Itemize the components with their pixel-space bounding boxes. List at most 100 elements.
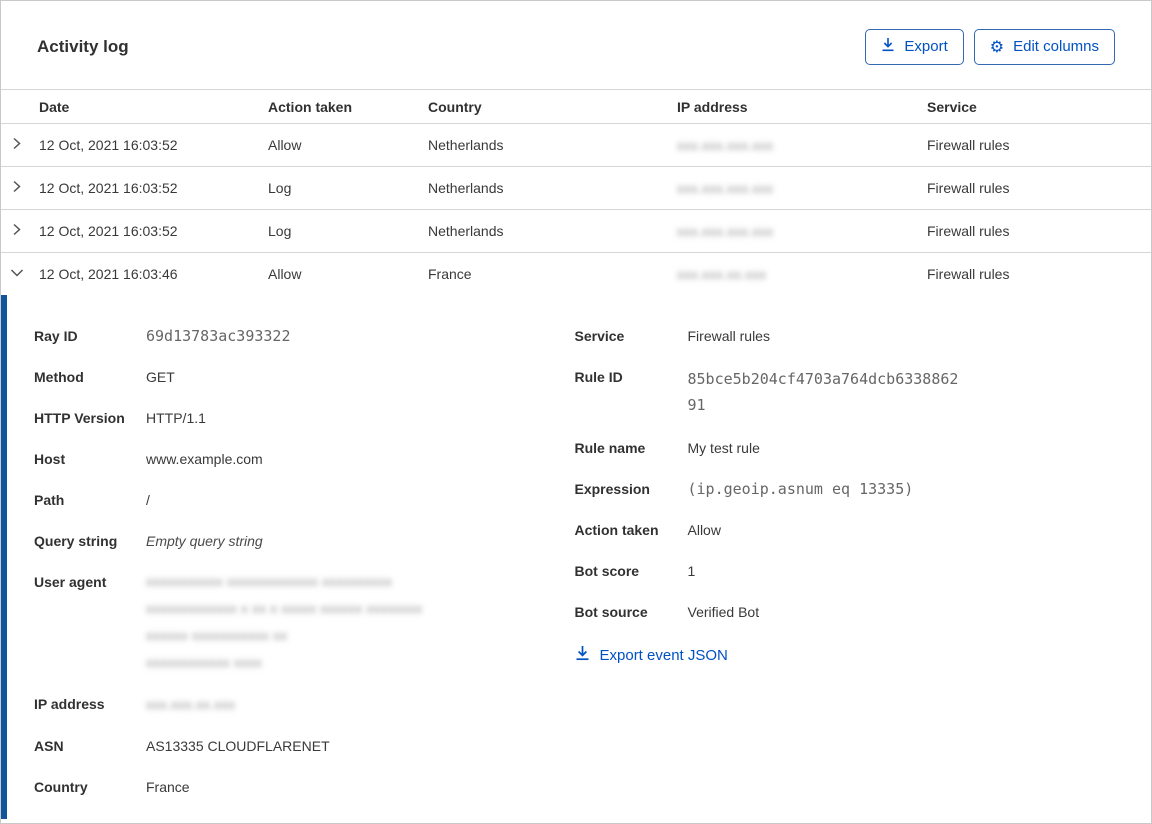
chevron-right-icon <box>10 137 23 153</box>
detail-label: User agent <box>34 574 107 590</box>
download-icon <box>575 645 590 665</box>
row-date: 12 Oct, 2021 16:03:52 <box>39 137 178 153</box>
detail-value: France <box>146 779 190 795</box>
row-action-taken: Log <box>268 180 292 196</box>
detail-value-redacted: xxx.xxx.xx.xxx <box>146 697 236 712</box>
row-date: 12 Oct, 2021 16:03:52 <box>39 223 178 239</box>
detail-label: Bot source <box>574 604 648 620</box>
row-service: Firewall rules <box>927 137 1010 153</box>
table-header-row: Date Action taken Country IP address Ser… <box>1 89 1151 124</box>
row-date: 12 Oct, 2021 16:03:46 <box>39 266 178 282</box>
expand-row-button[interactable] <box>1 137 39 153</box>
detail-label: Rule ID <box>574 369 623 385</box>
edit-columns-button[interactable]: ⚙ Edit columns <box>973 29 1115 65</box>
user-agent-redacted-line: xxxxxxxxxxx xxxxxxxxxxxxx xxxxxxxxxx <box>146 574 393 589</box>
row-country: Netherlands <box>428 180 504 196</box>
detail-value: 85bce5b204cf4703a764dcb633886291 <box>687 370 959 414</box>
detail-value: GET <box>146 369 175 385</box>
user-agent-redacted-line: xxxxxx xxxxxxxxxxx xx <box>146 628 288 643</box>
table-row[interactable]: 12 Oct, 2021 16:03:52 Allow Netherlands … <box>1 124 1151 167</box>
row-service: Firewall rules <box>927 180 1010 196</box>
table-row[interactable]: 12 Oct, 2021 16:03:52 Log Netherlands xx… <box>1 210 1151 253</box>
detail-label: IP address <box>34 696 105 712</box>
detail-row-service: Service Firewall rules <box>575 325 1116 347</box>
detail-row-expression: Expression (ip.geoip.asnum eq 13335) <box>575 478 1116 500</box>
detail-row-ip-address: IP address xxx.xxx.xx.xxx <box>34 693 575 716</box>
column-header-service[interactable]: Service <box>927 99 1151 115</box>
column-header-ip-address[interactable]: IP address <box>677 99 927 115</box>
detail-row-rule-id: Rule ID 85bce5b204cf4703a764dcb633886291 <box>575 366 1116 418</box>
table-row[interactable]: 12 Oct, 2021 16:03:52 Log Netherlands xx… <box>1 167 1151 210</box>
detail-label: Action taken <box>574 522 659 538</box>
expand-row-button[interactable] <box>1 180 39 196</box>
download-icon <box>881 37 895 57</box>
chevron-right-icon <box>10 180 23 196</box>
detail-label: Query string <box>34 533 118 549</box>
row-action-taken: Allow <box>268 137 302 153</box>
detail-row-http-version: HTTP Version HTTP/1.1 <box>34 407 575 429</box>
table-row-expanded[interactable]: 12 Oct, 2021 16:03:46 Allow France xxx.x… <box>1 253 1151 295</box>
detail-row-bot-score: Bot score 1 <box>575 560 1116 582</box>
detail-row-host: Host www.example.com <box>34 448 575 470</box>
edit-columns-button-label: Edit columns <box>1013 38 1099 55</box>
row-action-taken: Log <box>268 223 292 239</box>
user-agent-redacted-line: xxxxxxxxxxxx xxxx <box>146 655 263 670</box>
detail-row-asn: ASN AS13335 CLOUDFLARENET <box>34 735 575 757</box>
detail-row-path: Path / <box>34 489 575 511</box>
detail-column-right: Service Firewall rules Rule ID 85bce5b20… <box>575 325 1116 809</box>
row-service: Firewall rules <box>927 223 1010 239</box>
row-ip-address-redacted: xxx.xxx.xx.xxx <box>677 267 767 282</box>
column-header-country[interactable]: Country <box>428 99 677 115</box>
expand-row-button[interactable] <box>1 223 39 239</box>
detail-label: HTTP Version <box>34 410 125 426</box>
row-date: 12 Oct, 2021 16:03:52 <box>39 180 178 196</box>
detail-value: www.example.com <box>146 451 263 467</box>
event-detail-panel: Ray ID 69d13783ac393322 Method GET HTTP … <box>1 295 1151 819</box>
detail-label: Country <box>34 779 88 795</box>
detail-label: Rule name <box>574 440 646 456</box>
detail-row-method: Method GET <box>34 366 575 388</box>
detail-label: Method <box>34 369 84 385</box>
toolbar-actions: Export ⚙ Edit columns <box>865 29 1115 65</box>
column-header-date[interactable]: Date <box>39 99 268 115</box>
detail-row-bot-source: Bot source Verified Bot <box>575 601 1116 623</box>
detail-label: Service <box>574 328 625 344</box>
topbar: Activity log Export ⚙ Edit columns <box>1 1 1151 89</box>
row-country: Netherlands <box>428 137 504 153</box>
gear-icon: ⚙ <box>989 37 1005 56</box>
export-event-json-label: Export event JSON <box>599 646 728 664</box>
row-action-taken: Allow <box>268 266 302 282</box>
detail-label: ASN <box>34 738 64 754</box>
user-agent-redacted-line: xxxxxxxxxxxxx x xx x xxxxx xxxxxx xxxxxx… <box>146 601 423 616</box>
detail-value: AS13335 CLOUDFLARENET <box>146 738 330 754</box>
row-country: Netherlands <box>428 223 504 239</box>
export-button[interactable]: Export <box>865 29 964 65</box>
detail-value: My test rule <box>687 440 760 456</box>
activity-log-panel: Activity log Export ⚙ Edit columns Date … <box>0 0 1152 824</box>
detail-value: (ip.geoip.asnum eq 13335) <box>687 480 914 498</box>
column-header-action-taken[interactable]: Action taken <box>268 99 428 115</box>
chevron-down-icon <box>10 266 24 282</box>
export-event-json-link[interactable]: Export event JSON <box>575 645 728 665</box>
detail-label: Path <box>34 492 65 508</box>
chevron-right-icon <box>10 223 23 239</box>
detail-row-action-taken: Action taken Allow <box>575 519 1116 541</box>
detail-value: Empty query string <box>146 533 263 549</box>
detail-value: Allow <box>687 522 721 538</box>
detail-value: 1 <box>687 563 696 579</box>
row-ip-address-redacted: xxx.xxx.xxx.xxx <box>677 181 774 196</box>
detail-label: Expression <box>574 481 650 497</box>
detail-row-country: Country France <box>34 776 575 798</box>
collapse-row-button[interactable] <box>1 266 39 282</box>
detail-value: 69d13783ac393322 <box>146 327 291 345</box>
detail-row-rule-name: Rule name My test rule <box>575 437 1116 459</box>
detail-value: / <box>146 492 150 508</box>
detail-column-left: Ray ID 69d13783ac393322 Method GET HTTP … <box>34 325 575 809</box>
detail-value-redacted: xxxxxxxxxxx xxxxxxxxxxxxx xxxxxxxxxx xxx… <box>146 571 423 674</box>
detail-row-user-agent: User agent xxxxxxxxxxx xxxxxxxxxxxxx xxx… <box>34 571 575 674</box>
row-country: France <box>428 266 472 282</box>
detail-row-ray-id: Ray ID 69d13783ac393322 <box>34 325 575 347</box>
row-service: Firewall rules <box>927 266 1010 282</box>
row-ip-address-redacted: xxx.xxx.xxx.xxx <box>677 224 774 239</box>
detail-value: Firewall rules <box>687 328 770 344</box>
